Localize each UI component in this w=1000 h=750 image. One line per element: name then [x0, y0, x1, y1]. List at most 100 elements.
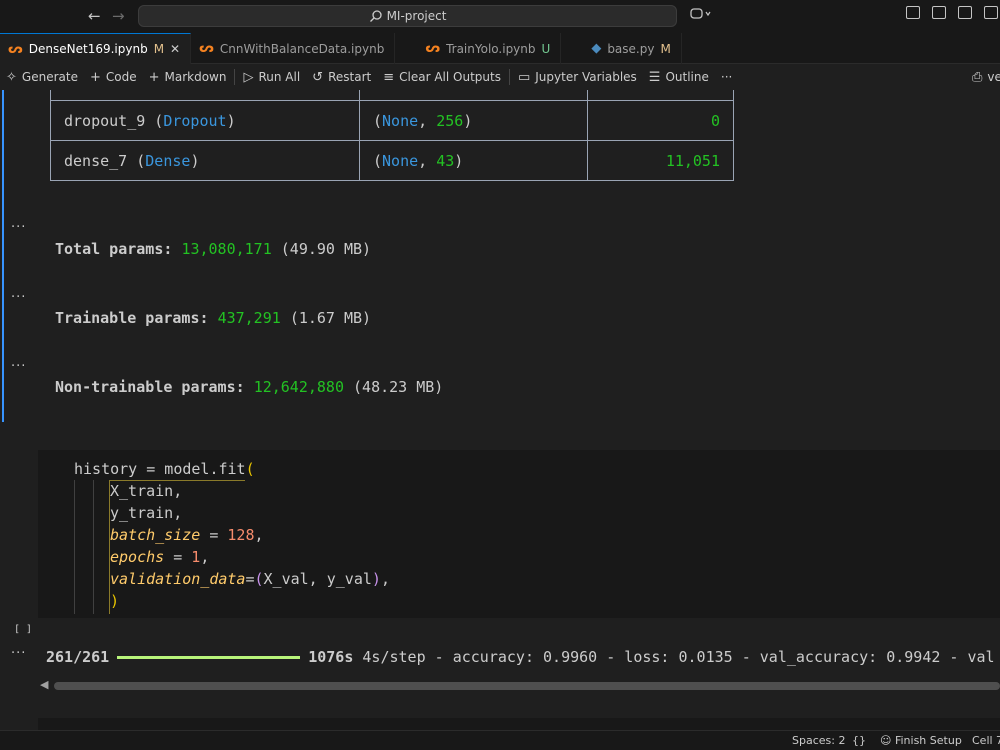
trainable-params: Trainable params: 437,291 (1.67 MB): [55, 309, 372, 327]
more-actions-button[interactable]: ···: [715, 66, 738, 88]
jupyter-icon: ᔕ: [425, 41, 441, 56]
cell-focus-indicator: [2, 90, 4, 422]
table-row-partial: [50, 90, 734, 101]
toggle-panel-icon[interactable]: [958, 6, 972, 19]
scrollbar-thumb[interactable]: [54, 682, 1000, 690]
generate-button[interactable]: ✧ Generate: [0, 66, 84, 88]
restart-button[interactable]: ↺ Restart: [306, 66, 377, 88]
layout-controls: [906, 6, 1000, 19]
clear-outputs-label: Clear All Outputs: [399, 70, 501, 84]
indentation-status[interactable]: Spaces: 2: [792, 734, 845, 747]
tab-label: TrainYolo.ipynb: [446, 41, 536, 56]
toolbar-divider: [508, 69, 510, 85]
progress-bar: [117, 656, 301, 659]
table-row: dropout_9 (Dropout) (None, 256) 0: [50, 100, 734, 141]
workspace-name: MI-project: [386, 9, 447, 23]
language-mode-icon[interactable]: {}: [852, 734, 866, 747]
add-code-button[interactable]: + Code: [84, 66, 143, 88]
tab-densenet169[interactable]: ᔕ DenseNet169.ipynb M ✕: [0, 33, 192, 64]
shape-cell: (None, 43): [359, 140, 588, 181]
indent-guide: [74, 480, 75, 614]
accounts-icon: ☺: [880, 734, 892, 747]
restart-icon: ↺: [312, 69, 324, 85]
horizontal-scrollbar[interactable]: ◀: [38, 678, 1000, 692]
untracked-badge: U: [541, 41, 551, 56]
table-row: dense_7 (Dense) (None, 43) 11,051: [50, 140, 734, 181]
outline-icon: ☰: [648, 69, 661, 85]
clear-outputs-button[interactable]: ≡ Clear All Outputs: [377, 66, 507, 88]
restart-label: Restart: [328, 70, 372, 84]
output-more-icon[interactable]: ···: [11, 359, 26, 374]
indent-guide: [93, 480, 94, 614]
model-summary-table: dropout_9 (Dropout) (None, 256) 0 dense_…: [50, 90, 734, 181]
sparkle-icon: ✧: [6, 69, 17, 85]
cell-position-status[interactable]: Cell 7: [972, 734, 1000, 747]
training-metrics: 4s/step - accuracy: 0.9960 - loss: 0.013…: [353, 648, 995, 666]
code-label: Code: [105, 70, 137, 84]
jupyter-variables-label: Jupyter Variables: [535, 70, 637, 84]
python-icon: ◆: [591, 41, 602, 56]
run-all-icon: ▷: [243, 69, 254, 85]
next-cell[interactable]: [38, 718, 1000, 730]
generate-label: Generate: [21, 70, 78, 84]
toggle-secondary-sidebar-icon[interactable]: [984, 6, 998, 19]
code-line-2: X_train,: [110, 482, 183, 500]
training-output: 261/261 1076s 4s/step - accuracy: 0.9960 …: [46, 648, 995, 666]
code-cell-editor[interactable]: history = model.fit( X_train, y_train, b…: [38, 450, 1000, 618]
tab-cnnwithbalancedata[interactable]: ᔕ CnnWithBalanceData.ipynb: [191, 33, 396, 64]
back-arrow-icon[interactable]: ←: [88, 7, 101, 25]
kernel-icon: ⎙: [972, 69, 983, 85]
output-more-icon[interactable]: ···: [11, 290, 26, 305]
elapsed-time: 1076s: [308, 648, 354, 666]
layer-cell: dense_7 (Dense): [50, 140, 360, 181]
progress-count: 261/261: [46, 648, 110, 666]
jupyter-icon: ᔕ: [199, 41, 214, 56]
copilot-icon[interactable]: [690, 7, 712, 21]
markdown-label: Markdown: [164, 70, 227, 84]
layer-cell: dropout_9 (Dropout): [50, 100, 360, 141]
finish-setup-label: Finish Setup: [894, 734, 962, 747]
code-line-5: epochs = 1,: [110, 548, 210, 566]
scroll-left-icon[interactable]: ◀: [40, 678, 48, 691]
code-line-7: ): [110, 592, 120, 610]
toggle-primary-sidebar-icon[interactable]: [932, 6, 946, 19]
run-all-button[interactable]: ▷ Run All: [237, 66, 306, 88]
variables-icon: ▭: [517, 69, 531, 85]
output-more-icon[interactable]: ···: [11, 220, 26, 235]
status-bar: Spaces: 2 {} ☺ Finish Setup Cell 7: [0, 730, 1000, 750]
jupyter-variables-button[interactable]: ▭ Jupyter Variables: [512, 66, 643, 88]
finish-setup-button[interactable]: ☺ Finish Setup: [880, 734, 962, 747]
run-all-label: Run All: [258, 70, 301, 84]
tab-label: base.py: [607, 41, 655, 56]
search-icon: [369, 10, 382, 22]
close-icon[interactable]: ✕: [170, 42, 180, 56]
tab-label: DenseNet169.ipynb: [28, 42, 148, 56]
param-cell: 11,051: [587, 140, 734, 181]
forward-arrow-icon[interactable]: →: [112, 7, 125, 25]
outline-button[interactable]: ☰ Outline: [643, 66, 715, 88]
notebook-body: dropout_9 (Dropout) (None, 256) 0 dense_…: [0, 90, 1000, 730]
shape-cell: (None, 256): [359, 100, 588, 141]
tab-base-py[interactable]: ◆ base.py M: [561, 33, 682, 64]
editor-tabs: ᔕ DenseNet169.ipynb M ✕ ᔕ CnnWithBalance…: [0, 33, 1000, 64]
command-center-search[interactable]: MI-project: [138, 5, 677, 27]
customize-layout-icon[interactable]: [906, 6, 920, 19]
nontrainable-params: Non-trainable params: 12,642,880 (48.23 …: [55, 378, 444, 396]
more-label: ···: [720, 70, 733, 84]
plus-icon: +: [148, 69, 160, 85]
tab-trainyolo[interactable]: ᔕ TrainYolo.ipynb U: [395, 33, 562, 64]
modified-badge: M: [660, 41, 671, 56]
modified-badge: M: [153, 42, 165, 56]
notebook-toolbar: ✧ Generate + Code + Markdown ▷ Run All ↺ Rest…: [0, 64, 1000, 90]
jupyter-icon: ᔕ: [8, 41, 23, 57]
kernel-picker[interactable]: ⎙ ve: [966, 66, 1000, 88]
total-params: Total params: 13,080,171 (49.90 MB): [55, 240, 372, 258]
outline-label: Outline: [665, 70, 709, 84]
param-cell: 0: [587, 100, 734, 141]
code-line-1: history = model.fit(: [74, 460, 255, 478]
add-markdown-button[interactable]: + Markdown: [143, 66, 233, 88]
plus-icon: +: [89, 69, 101, 85]
title-bar: ← → MI-project: [0, 0, 1000, 33]
output-more-icon[interactable]: ···: [11, 646, 26, 661]
toolbar-divider: [234, 69, 236, 85]
